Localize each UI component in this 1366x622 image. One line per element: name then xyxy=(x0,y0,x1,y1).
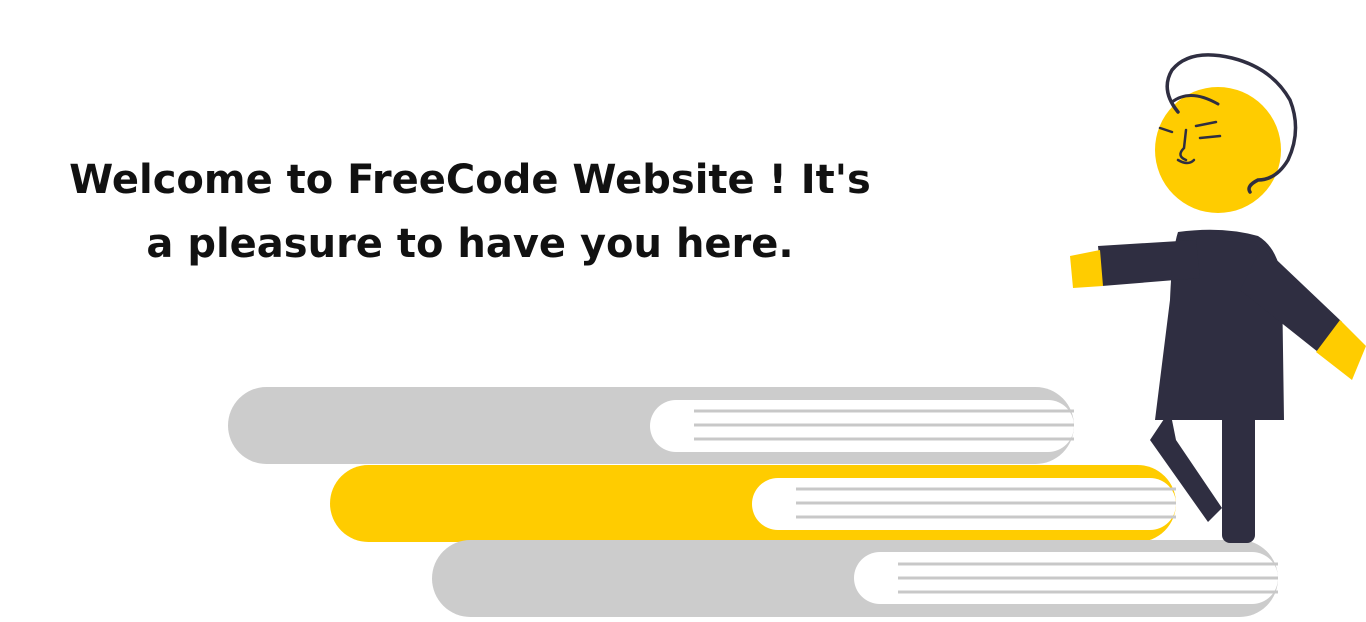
book-bottom xyxy=(432,540,1278,617)
book-middle xyxy=(330,465,1176,542)
person-on-books-illustration xyxy=(228,53,1366,617)
book-top xyxy=(228,387,1074,464)
